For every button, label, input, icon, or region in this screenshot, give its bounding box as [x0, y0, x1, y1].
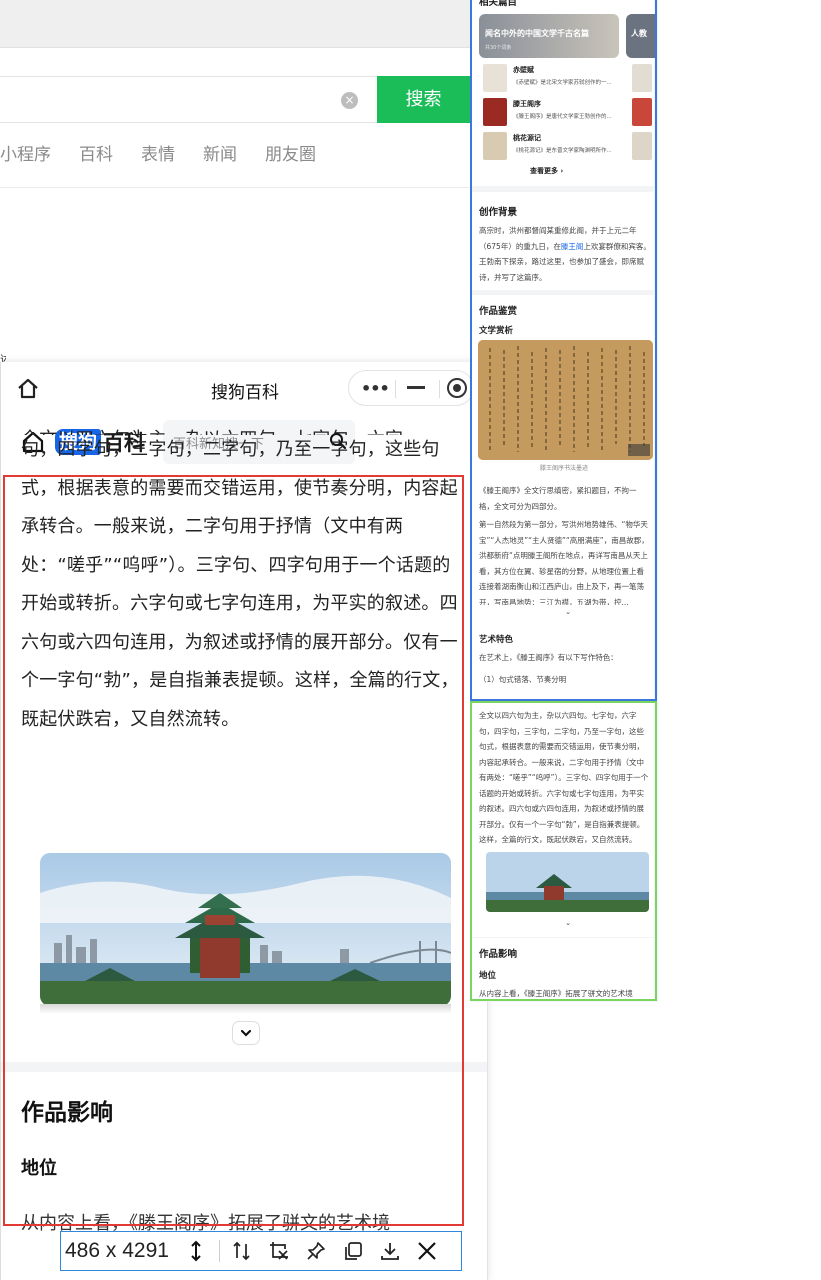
art-features-title: 艺术特色 — [479, 635, 514, 645]
impact-card: 作品影响 地位 从内容上看，《滕王阁序》拓展了骈文的艺术境 — [472, 938, 654, 1000]
cut-off-line: 全文以四六句为主，杂以六四句。七字句，六字 — [21, 421, 465, 435]
more-icon[interactable]: ••• — [361, 379, 390, 398]
miniapp-header: 搜狗百科 ••• — [1, 362, 487, 417]
capture-toolbar: 486 x 4291 — [60, 1231, 462, 1271]
divider — [0, 187, 470, 188]
tab-miniprogram[interactable]: 小程序 — [0, 140, 51, 165]
section-title-impact: 作品影响 — [21, 1100, 113, 1126]
subsection-title-status: 地位 — [21, 1158, 57, 1179]
collection-banner-2[interactable]: 人教 — [626, 14, 656, 58]
image-caption: 滕王阁序书法墨迹 — [540, 465, 589, 472]
appreciation-paragraph: 《滕王阁序》全文行思缜密，紧扣题目，不拘一格，全文可分为四部分。 — [479, 486, 637, 511]
book-item[interactable]: 桃花源记 《桃花源记》是东晋文学家陶渊明所作... — [483, 132, 623, 162]
close-icon[interactable] — [412, 1236, 442, 1266]
divider — [395, 380, 396, 398]
book-cover[interactable] — [632, 132, 652, 160]
book-desc: 《赤壁赋》是北宋文学家苏轼创作的一... — [513, 80, 612, 86]
article-paragraph: 句，四字句，三字句，二字句，乃至一字句，这些句式，根据表意的需要而交错运用，使节… — [21, 439, 459, 730]
close-miniapp-icon[interactable] — [447, 378, 467, 398]
browser-topbar — [0, 0, 470, 48]
capture-dimensions: 486 x 4291 — [65, 1239, 169, 1262]
download-icon[interactable] — [375, 1236, 405, 1266]
book-cover[interactable] — [632, 64, 652, 92]
tab-news[interactable]: 新闻 — [203, 140, 237, 165]
resize-vertical-icon[interactable] — [181, 1236, 211, 1266]
tab-baike[interactable]: 百科 — [79, 140, 113, 165]
see-more-link[interactable]: 查看更多 › — [530, 166, 563, 176]
clear-icon[interactable]: × — [341, 92, 358, 109]
segment-text: 全文以四六句为主，杂以六四句。七字句，六字句，四字句，三字句，二字句，乃至一字句… — [479, 711, 649, 844]
cut-off-line: 从内容上看，《滕王阁序》拓展了骈文的艺术境 — [479, 989, 633, 998]
article-body: 全文以四六句为主，杂以六四句。七字句，六字 句，四字句，三字句，二字句，乃至一字… — [21, 429, 465, 739]
chevron-down-icon[interactable]: ⌄ — [563, 920, 573, 927]
chevron-down-icon — [240, 1029, 252, 1037]
book-desc: 《桃花源记》是东晋文学家陶渊明所作... — [513, 148, 612, 154]
book-cover — [483, 64, 507, 92]
banner-title: 闻名中外的中国文学千古名篇 — [485, 29, 589, 38]
book-item[interactable]: 赤壁赋 《赤壁赋》是北宋文学家苏轼创作的一... — [483, 64, 623, 94]
background-card: 创作背景 高宗时，洪州都督阎某重修此阁，并于上元二年（675年）的重九日，在滕王… — [472, 192, 654, 290]
background-title: 创作背景 — [479, 207, 518, 218]
book-cover — [483, 132, 507, 160]
tab-stickers[interactable]: 表情 — [141, 140, 175, 165]
book-title: 赤壁赋 — [513, 66, 534, 74]
background-text: 高宗时，洪州都督阎某重修此阁，并于上元二年（675年）的重九日，在滕王阁上欢宴群… — [479, 226, 651, 282]
copy-icon[interactable] — [338, 1236, 368, 1266]
minimize-icon[interactable] — [407, 386, 425, 389]
divider — [439, 380, 440, 398]
capsule-menu: ••• — [348, 370, 474, 406]
related-works-title: 相关篇目 — [479, 0, 518, 8]
book-desc: 《滕王阁序》是唐代文学家王勃创作的... — [513, 114, 612, 120]
art-features-text: 在艺术上，《滕王阁序》有以下写作特色： — [479, 653, 618, 662]
section-separator — [1, 1062, 487, 1072]
appreciation-title: 作品鉴赏 — [479, 306, 518, 317]
expand-button[interactable] — [232, 1021, 260, 1045]
miniapp-window: 搜狗百科 ••• 搜狗 百科 百科新知搜一下 全文以四六句为主，杂以六四句。七字… — [0, 362, 488, 1280]
book-title: 桃花源记 — [513, 134, 541, 142]
pin-icon[interactable] — [301, 1236, 331, 1266]
pavilion-thumbnail[interactable] — [486, 852, 649, 912]
crop-cancel-icon[interactable] — [264, 1236, 294, 1266]
pavilion-link[interactable]: 滕王阁 — [561, 242, 584, 251]
search-button[interactable]: 搜索 — [377, 76, 470, 123]
book-cover — [483, 98, 507, 126]
book-item[interactable]: 滕王阁序 《滕王阁序》是唐代文学家王勃创作的... — [483, 98, 623, 128]
banner2-title: 人教 — [631, 29, 647, 38]
collection-banner[interactable]: 闻名中外的中国文学千古名篇 共30个词条 — [479, 14, 619, 58]
status-title: 地位 — [479, 971, 497, 981]
calligraphy-image[interactable] — [478, 340, 653, 460]
tengwang-pavilion-photo[interactable] — [40, 853, 451, 1006]
tab-moments[interactable]: 朋友圈 — [265, 140, 316, 165]
appreciation-paragraph: 第一自然段为第一部分，写洪州地势雄伟、“物华天宝”“人杰地灵”“主人贤德”“高朋… — [479, 520, 649, 605]
search-tabs: 小程序 百科 表情 新闻 朋友圈 — [0, 140, 344, 165]
sort-icon[interactable] — [227, 1236, 257, 1266]
photo-shadow — [40, 1004, 451, 1014]
book-cover[interactable] — [632, 98, 652, 126]
art-features-item: （1）句式错落、节奏分明 — [479, 675, 567, 684]
impact-title: 作品影响 — [479, 949, 518, 960]
divider — [219, 1240, 220, 1262]
chevron-down-icon[interactable]: ⌄ — [563, 609, 573, 616]
literary-analysis-title: 文学赏析 — [479, 326, 514, 336]
book-title: 滕王阁序 — [513, 100, 541, 108]
banner-subtitle: 共30个词条 — [485, 45, 512, 51]
